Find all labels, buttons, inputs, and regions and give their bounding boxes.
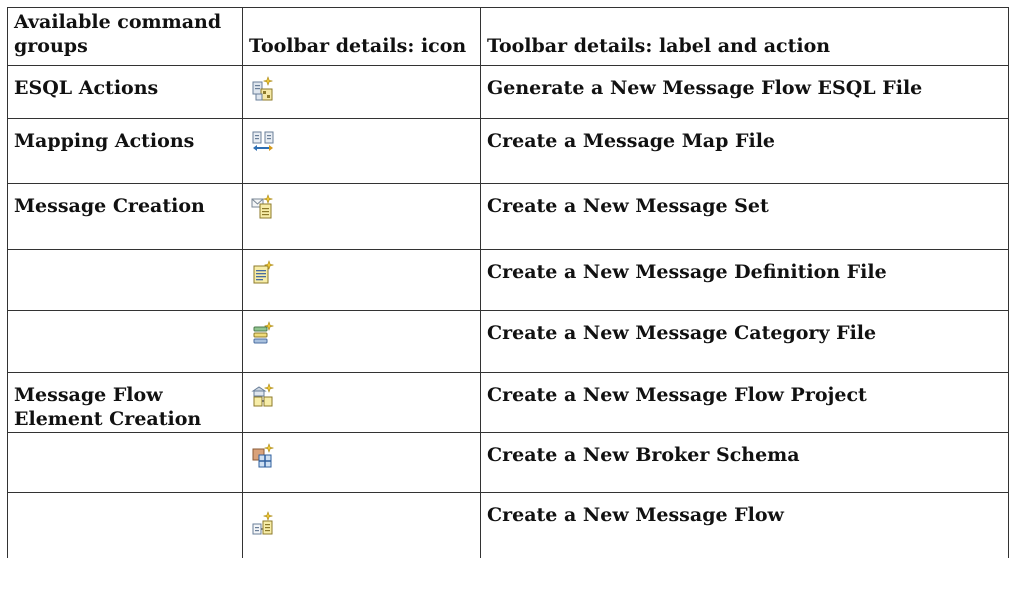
group-cell: ESQL Actions xyxy=(7,65,243,119)
message-category-new-icon xyxy=(251,321,275,347)
esql-file-new-icon xyxy=(251,76,275,102)
icon-cell xyxy=(242,310,481,373)
table-row: Create a New Message Definition File xyxy=(7,249,1009,311)
group-cell xyxy=(7,249,243,311)
message-definition-new-icon xyxy=(251,260,275,286)
table-row: Message Flow Element Creation Create a N… xyxy=(7,372,1009,433)
label-cell: Create a New Message Definition File xyxy=(480,249,1009,311)
message-flow-new-icon xyxy=(251,511,275,537)
label-cell: Create a New Message Flow Project xyxy=(480,372,1009,433)
icon-cell xyxy=(242,118,481,184)
group-cell xyxy=(7,432,243,493)
icon-cell xyxy=(242,432,481,493)
group-cell: Message Flow Element Creation xyxy=(7,372,243,433)
label-cell: Create a New Message Category File xyxy=(480,310,1009,373)
header-toolbar-icon: Toolbar details: icon xyxy=(242,7,481,66)
table-row: Create a New Message Category File xyxy=(7,310,1009,373)
header-available-command-groups: Available command groups xyxy=(7,7,243,66)
group-cell: Mapping Actions xyxy=(7,118,243,184)
group-cell xyxy=(7,310,243,373)
message-set-new-icon xyxy=(251,194,275,220)
table-row: Message Creation Create a New Message Se… xyxy=(7,183,1009,250)
table-row: ESQL Actions Generate a New Message Flow… xyxy=(7,65,1009,119)
table-row: Create a New Message Flow xyxy=(7,492,1009,558)
label-cell: Create a New Message Flow xyxy=(480,492,1009,558)
icon-cell xyxy=(242,183,481,250)
label-cell: Create a Message Map File xyxy=(480,118,1009,184)
table-row: Create a New Broker Schema xyxy=(7,432,1009,493)
group-cell: Message Creation xyxy=(7,183,243,250)
label-cell: Create a New Message Set xyxy=(480,183,1009,250)
toolbar-commands-table: Available command groups Toolbar details… xyxy=(7,7,1009,558)
header-row: Available command groups Toolbar details… xyxy=(7,7,1009,66)
label-cell: Create a New Broker Schema xyxy=(480,432,1009,493)
message-flow-project-new-icon xyxy=(251,383,275,409)
icon-cell xyxy=(242,65,481,119)
icon-cell xyxy=(242,249,481,311)
icon-cell xyxy=(242,372,481,433)
group-cell xyxy=(7,492,243,558)
icon-cell xyxy=(242,492,481,558)
table-row: Mapping Actions Create a Message Map Fil… xyxy=(7,118,1009,184)
message-map-new-icon xyxy=(251,129,275,155)
header-toolbar-label-action: Toolbar details: label and action xyxy=(480,7,1009,66)
broker-schema-new-icon xyxy=(251,443,275,469)
label-cell: Generate a New Message Flow ESQL File xyxy=(480,65,1009,119)
